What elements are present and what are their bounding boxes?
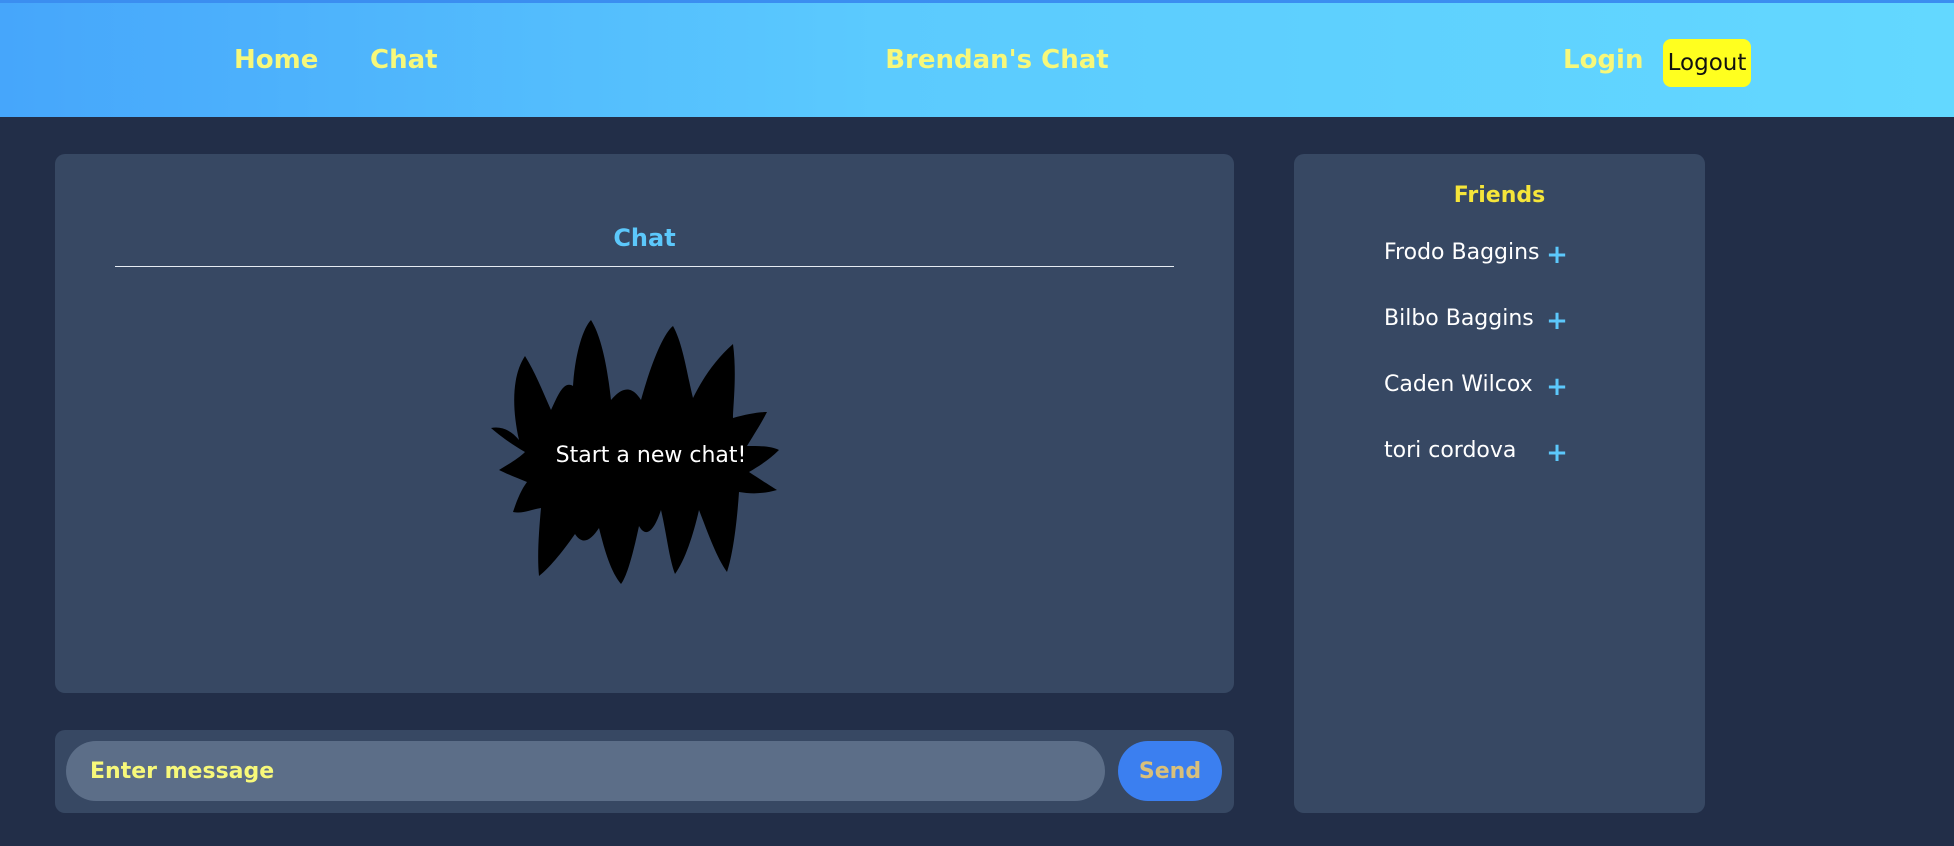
chat-panel: Chat Start a new chat! [55,154,1234,693]
logout-button[interactable]: Logout [1663,39,1751,87]
chat-title-divider [115,266,1174,267]
send-button[interactable]: Send [1118,741,1222,801]
chat-panel-title: Chat [613,224,676,252]
add-friend-plus-icon[interactable]: + [1542,436,1572,470]
empty-chat-burst: Start a new chat! [471,314,831,604]
friends-title: Friends [1453,183,1546,208]
message-composer: Send [55,730,1234,813]
friend-item: tori cordova + [1384,436,1634,470]
friend-item: Bilbo Baggins + [1384,304,1634,338]
empty-chat-message: Start a new chat! [555,443,747,468]
message-input[interactable] [66,741,1105,801]
nav-login-link[interactable]: Login [1563,47,1643,73]
friends-panel: Friends Frodo Baggins + Bilbo Baggins + … [1294,154,1705,813]
friend-item: Frodo Baggins + [1384,238,1634,272]
brand-title: Brendan's Chat [885,45,1109,75]
friend-name: Frodo Baggins [1384,240,1540,265]
add-friend-plus-icon[interactable]: + [1542,304,1572,338]
friend-name: tori cordova [1384,438,1517,463]
friend-item: Caden Wilcox + [1384,370,1634,404]
top-navbar: Home Chat Brendan's Chat Login Logout [0,0,1954,117]
add-friend-plus-icon[interactable]: + [1542,370,1572,404]
add-friend-plus-icon[interactable]: + [1542,238,1572,272]
friend-name: Bilbo Baggins [1384,306,1534,331]
friend-name: Caden Wilcox [1384,372,1533,397]
